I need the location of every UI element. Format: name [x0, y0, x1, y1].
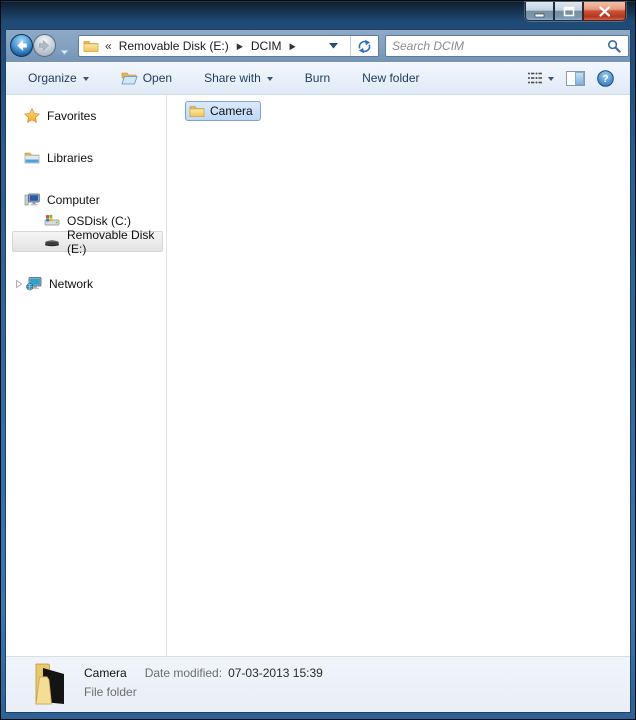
sidebar-item-removable-disk[interactable]: Removable Disk (E:) — [12, 231, 163, 252]
navigation-band: « Removable Disk (E:) ▶ DCIM ▶ — [6, 30, 630, 62]
refresh-icon — [357, 39, 372, 54]
navigation-pane: Favorites Libraries — [6, 95, 167, 656]
open-label: Open — [143, 71, 172, 85]
back-arrow-icon — [15, 39, 28, 52]
minimize-icon — [531, 4, 549, 19]
back-button[interactable] — [10, 34, 33, 57]
change-view-button[interactable] — [527, 71, 554, 85]
sidebar-item-label: Computer — [47, 193, 100, 207]
organize-button[interactable]: Organize — [28, 71, 89, 85]
folder-icon — [83, 39, 99, 53]
sidebar-item-libraries[interactable]: Libraries — [12, 147, 163, 168]
breadcrumb-separator-icon[interactable]: ▶ — [237, 41, 243, 51]
organize-label: Organize — [28, 71, 77, 85]
details-pane: Camera Date modified: 07-03-2013 15:39 F… — [6, 656, 630, 712]
window-controls — [525, 2, 626, 21]
file-item-label: Camera — [210, 104, 253, 118]
details-file-type: File folder — [84, 685, 137, 699]
address-bar[interactable]: « Removable Disk (E:) ▶ DCIM ▶ — [78, 35, 379, 57]
command-toolbar: Organize Open Share with Burn — [6, 62, 630, 95]
forward-button[interactable] — [33, 34, 56, 57]
toolbar-right-group: ? — [527, 70, 614, 87]
preview-pane-button[interactable] — [566, 71, 585, 86]
chevron-down-icon — [267, 77, 273, 84]
sidebar-item-network[interactable]: Network — [12, 273, 163, 294]
open-button[interactable]: Open — [121, 71, 172, 85]
open-folder-large-icon — [30, 662, 74, 713]
view-tiles-icon — [527, 71, 542, 85]
file-list[interactable]: Camera — [167, 95, 630, 656]
breadcrumb-item-drive[interactable]: Removable Disk (E:) — [117, 39, 231, 53]
breadcrumb-overflow[interactable]: « — [105, 39, 111, 53]
client-area: « Removable Disk (E:) ▶ DCIM ▶ — [6, 30, 630, 712]
search-input[interactable] — [386, 39, 605, 53]
chevron-down-icon — [59, 49, 70, 56]
sidebar-item-computer[interactable]: Computer — [12, 189, 163, 210]
libraries-icon — [24, 151, 40, 165]
file-item-camera[interactable]: Camera — [185, 101, 261, 121]
network-icon — [26, 276, 42, 291]
sidebar-item-label: Removable Disk (E:) — [67, 228, 162, 256]
computer-icon — [24, 192, 40, 207]
sidebar-item-label: Network — [49, 277, 93, 291]
sidebar-item-label: OSDisk (C:) — [67, 214, 131, 228]
help-button[interactable]: ? — [597, 70, 614, 87]
refresh-button[interactable] — [351, 36, 378, 56]
new-folder-label: New folder — [362, 71, 419, 85]
folder-icon — [189, 104, 205, 118]
date-modified-value: 07-03-2013 15:39 — [228, 666, 323, 680]
close-button[interactable] — [583, 2, 626, 21]
details-primary-line: Camera Date modified: 07-03-2013 15:39 — [84, 666, 323, 680]
explorer-body: Favorites Libraries — [6, 95, 630, 656]
expand-triangle-icon[interactable] — [15, 279, 23, 289]
removable-disk-icon — [44, 236, 60, 248]
search-box[interactable] — [385, 35, 629, 57]
recent-pages-dropdown[interactable] — [59, 43, 70, 61]
chevron-down-icon — [329, 43, 338, 49]
preview-pane-icon — [566, 71, 585, 86]
maximize-icon — [560, 4, 578, 19]
maximize-button[interactable] — [554, 2, 583, 21]
minimize-button[interactable] — [525, 2, 554, 21]
share-with-label: Share with — [204, 71, 261, 85]
date-modified-label: Date modified: — [145, 666, 222, 680]
new-folder-button[interactable]: New folder — [362, 71, 419, 85]
chevron-down-icon — [548, 77, 554, 84]
search-icon[interactable] — [605, 39, 628, 53]
details-file-name: Camera — [84, 666, 127, 680]
star-icon — [24, 108, 40, 123]
share-with-button[interactable]: Share with — [204, 71, 273, 85]
svg-text:?: ? — [602, 73, 608, 85]
forward-arrow-icon — [38, 39, 51, 52]
help-icon: ? — [597, 70, 614, 87]
explorer-window: « Removable Disk (E:) ▶ DCIM ▶ — [0, 0, 636, 720]
address-dropdown[interactable] — [321, 43, 346, 49]
close-icon — [596, 4, 614, 19]
sidebar-item-label: Libraries — [47, 151, 93, 165]
breadcrumb: « Removable Disk (E:) ▶ DCIM ▶ — [79, 36, 350, 56]
chevron-down-icon — [83, 77, 89, 84]
sidebar-item-label: Favorites — [47, 109, 96, 123]
os-disk-icon — [44, 214, 60, 227]
burn-label: Burn — [305, 71, 330, 85]
burn-button[interactable]: Burn — [305, 71, 330, 85]
breadcrumb-item-dcim[interactable]: DCIM — [249, 39, 284, 53]
sidebar-item-favorites[interactable]: Favorites — [12, 105, 163, 126]
open-folder-icon — [121, 71, 138, 85]
breadcrumb-separator-icon[interactable]: ▶ — [290, 41, 296, 51]
